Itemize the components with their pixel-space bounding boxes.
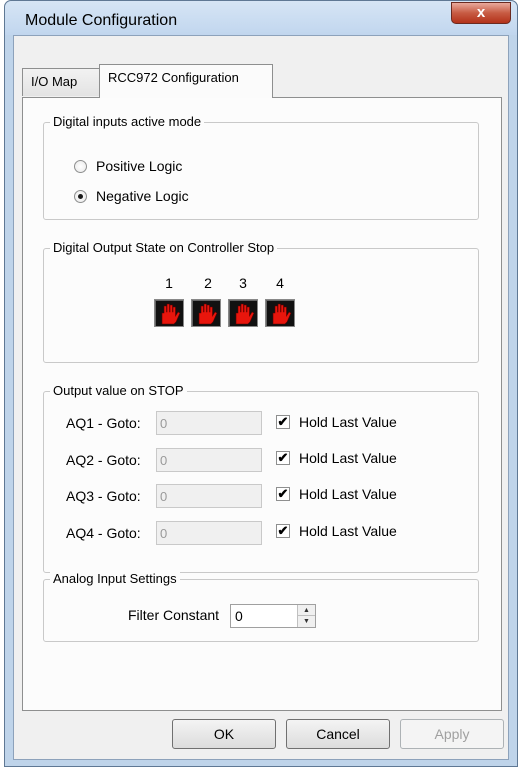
red-stop-hand-icon [161,303,181,325]
ok-button[interactable]: OK [172,719,276,749]
tab-label: RCC972 Configuration [108,70,239,85]
red-stop-hand-icon [272,303,292,325]
dialog-window: Module Configuration x I/O Map RCC972 Co… [4,0,518,767]
channel-number: 4 [276,275,284,291]
aq4-hold-checkbox[interactable]: ✔ Hold Last Value [276,522,397,540]
spin-up-icon[interactable]: ▲ [298,605,315,616]
apply-button[interactable]: Apply [400,719,504,749]
hold-last-value-label: Hold Last Value [299,450,397,466]
channel-number: 2 [204,275,212,291]
negative-logic-label: Negative Logic [96,188,189,204]
aq2-goto-input[interactable] [156,448,262,472]
spin-down-icon[interactable]: ▼ [298,616,315,627]
output-2-state-button[interactable] [191,299,221,327]
red-stop-hand-icon [235,303,255,325]
checkbox-checked[interactable]: ✔ [276,487,290,501]
hold-last-value-label: Hold Last Value [299,523,397,539]
positive-logic-label: Positive Logic [96,158,183,174]
tab-io-map[interactable]: I/O Map [22,68,100,96]
red-stop-hand-icon [198,303,218,325]
radio-button[interactable] [74,159,87,173]
filter-constant-spinner[interactable]: ▲ ▼ [230,604,316,628]
aq2-hold-checkbox[interactable]: ✔ Hold Last Value [276,449,397,467]
aq3-hold-checkbox[interactable]: ✔ Hold Last Value [276,485,397,503]
analog-input-legend: Analog Input Settings [50,571,180,586]
digital-output-legend: Digital Output State on Controller Stop [50,240,278,255]
filter-constant-label: Filter Constant [128,607,220,623]
aq1-goto-input[interactable] [156,411,262,435]
radio-button-checked[interactable] [74,189,87,203]
output-on-stop-legend: Output value on STOP [50,383,187,398]
positive-logic-radio[interactable]: Positive Logic [74,157,182,175]
checkbox-checked[interactable]: ✔ [276,451,290,465]
aq3-label: AQ3 - Goto: [66,488,141,504]
hold-last-value-label: Hold Last Value [299,414,397,430]
close-icon: x [476,4,486,21]
cancel-button[interactable]: Cancel [286,719,390,749]
digital-inputs-legend: Digital inputs active mode [50,114,205,129]
dialog-client-area: I/O Map RCC972 Configuration Digital inp… [13,35,509,760]
close-button[interactable]: x [451,2,511,24]
checkbox-checked[interactable]: ✔ [276,524,290,538]
tab-label: I/O Map [31,74,78,89]
aq1-hold-checkbox[interactable]: ✔ Hold Last Value [276,413,397,431]
analog-input-group: Analog Input Settings Filter Constant ▲ … [43,571,479,642]
checkbox-checked[interactable]: ✔ [276,415,290,429]
output-1-state-button[interactable] [154,299,184,327]
digital-inputs-group: Digital inputs active mode Positive Logi… [43,114,479,220]
negative-logic-radio[interactable]: Negative Logic [74,187,189,205]
aq4-goto-input[interactable] [156,521,262,545]
output-3-state-button[interactable] [228,299,258,327]
digital-output-group: Digital Output State on Controller Stop … [43,240,479,363]
aq1-label: AQ1 - Goto: [66,415,141,431]
tab-panel: Digital inputs active mode Positive Logi… [22,97,502,711]
channel-number: 1 [165,275,173,291]
spinner-buttons: ▲ ▼ [297,605,315,627]
aq2-label: AQ2 - Goto: [66,452,141,468]
window-title: Module Configuration [25,12,178,29]
aq4-label: AQ4 - Goto: [66,525,141,541]
title-bar[interactable]: Module Configuration x [5,1,517,35]
hold-last-value-label: Hold Last Value [299,486,397,502]
channel-number: 3 [239,275,247,291]
aq3-goto-input[interactable] [156,484,262,508]
tab-rcc972-configuration[interactable]: RCC972 Configuration [99,64,273,98]
output-4-state-button[interactable] [265,299,295,327]
output-on-stop-group: Output value on STOP AQ1 - Goto: ✔ Hold … [43,383,479,573]
filter-constant-input[interactable] [231,605,297,627]
